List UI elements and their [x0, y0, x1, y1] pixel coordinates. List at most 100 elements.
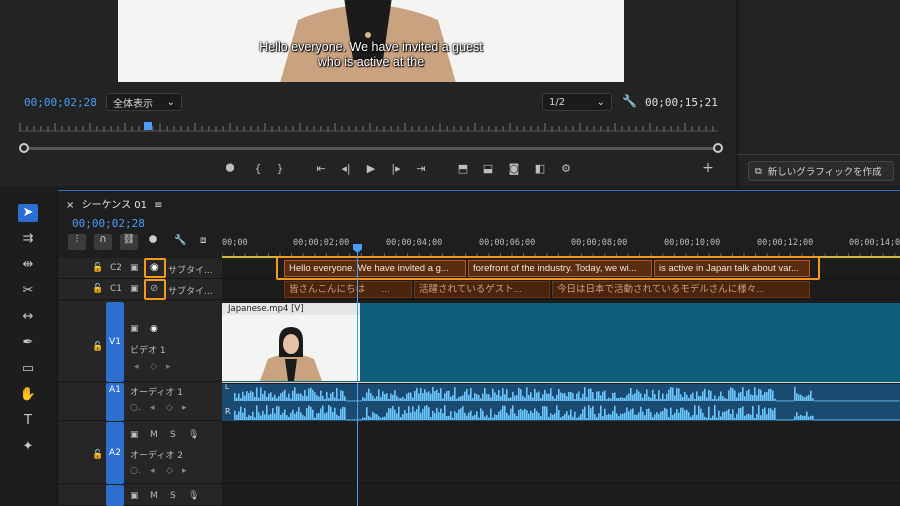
- waveform-bar: [702, 391, 704, 401]
- next-keyframe-icon[interactable]: ▸: [182, 403, 187, 413]
- playhead-line[interactable]: [357, 244, 358, 506]
- sync-lock-icon[interactable]: ▣: [130, 284, 139, 294]
- add-keyframe-icon[interactable]: ◇: [166, 403, 173, 413]
- wrench-icon[interactable]: 🔧: [622, 94, 637, 108]
- solo-button[interactable]: S: [170, 491, 176, 501]
- export-frame-icon[interactable]: ◙: [506, 162, 522, 175]
- timeline-timecode[interactable]: 00;00;02;28: [72, 217, 145, 230]
- track-badge-c2[interactable]: C2: [110, 263, 122, 273]
- sync-lock-icon[interactable]: ▣: [130, 491, 139, 501]
- waveform-bar: [416, 409, 418, 420]
- prev-keyframe-icon[interactable]: ◂: [134, 362, 139, 372]
- current-timecode[interactable]: 00;00;02;28: [24, 96, 97, 109]
- caption-line-2: who is active at the: [317, 55, 425, 69]
- add-marker-icon[interactable]: ⯃: [222, 162, 238, 176]
- multicam-icon[interactable]: ⚙: [558, 162, 574, 175]
- add-button-icon[interactable]: +: [700, 160, 716, 176]
- monitor-time-ruler[interactable]: [18, 120, 718, 134]
- track-badge-a2[interactable]: A2: [106, 422, 124, 484]
- track-select-tool-icon[interactable]: ⇉: [18, 230, 38, 248]
- monitor-zoom-bar[interactable]: [24, 147, 718, 150]
- comparison-view-icon[interactable]: ◧: [532, 162, 548, 175]
- type-tool-icon[interactable]: T: [18, 412, 38, 430]
- add-marker-icon[interactable]: ⯃: [149, 235, 157, 246]
- sparkle-tool-icon[interactable]: ✦: [18, 438, 38, 456]
- lift-icon[interactable]: ⬒: [455, 162, 471, 175]
- next-keyframe-icon[interactable]: ▸: [182, 466, 187, 476]
- sync-lock-icon[interactable]: ▣: [130, 263, 139, 273]
- lock-icon[interactable]: 🔓: [92, 284, 103, 294]
- waveform-bar: [244, 395, 246, 401]
- microphone-icon[interactable]: 🎙: [188, 430, 199, 440]
- subtitle-clip[interactable]: 皆さんこんにちは ...: [284, 281, 412, 298]
- track-name-a1: オーディオ 1: [130, 388, 183, 398]
- step-forward-icon[interactable]: |▸: [388, 162, 404, 175]
- go-to-in-icon[interactable]: ⇤: [313, 162, 329, 175]
- subtitle-clip[interactable]: 今日は日本で活動されているモデルさんに様々...: [552, 281, 810, 298]
- track-badge-v1[interactable]: V1: [106, 302, 124, 382]
- captions-icon[interactable]: ⧈: [200, 235, 206, 246]
- mute-button[interactable]: M: [150, 491, 158, 501]
- nest-icon[interactable]: ⫶: [68, 234, 86, 250]
- zoom-bar-left-handle[interactable]: [19, 143, 29, 153]
- sequence-tab[interactable]: × シーケンス 01 ≡: [66, 196, 163, 211]
- waveform-bar: [472, 415, 474, 420]
- go-to-out-icon[interactable]: ⇥: [413, 162, 429, 175]
- sync-lock-icon[interactable]: ▣: [130, 430, 139, 440]
- ripple-edit-tool-icon[interactable]: ⇹: [18, 256, 38, 274]
- extract-icon[interactable]: ⬓: [480, 162, 496, 175]
- sync-lock-icon[interactable]: ▣: [130, 324, 139, 334]
- zoom-dropdown[interactable]: 全体表示 ⌄: [106, 93, 182, 111]
- waveform-bar: [740, 391, 742, 401]
- waveform-bar: [786, 419, 788, 421]
- playhead-marker[interactable]: [144, 122, 152, 130]
- slip-tool-icon[interactable]: ↔: [18, 308, 38, 326]
- waveform-bar: [520, 389, 522, 401]
- add-keyframe-icon[interactable]: ◇: [166, 466, 173, 476]
- timeline-settings-icon[interactable]: 🔧: [174, 235, 186, 246]
- step-back-icon[interactable]: ◂|: [338, 162, 354, 175]
- selection-tool-icon[interactable]: ➤: [18, 204, 38, 222]
- track-badge-a1[interactable]: A1: [106, 383, 124, 421]
- razor-tool-icon[interactable]: ✂: [18, 282, 38, 300]
- pen-tool-icon[interactable]: ✒: [18, 334, 38, 352]
- waveform-bar: [862, 419, 864, 421]
- rectangle-tool-icon[interactable]: ▭: [18, 360, 38, 378]
- volume-knob-icon[interactable]: ○.: [130, 403, 141, 413]
- waveform-bar: [726, 398, 728, 401]
- waveform-bar: [828, 400, 830, 402]
- solo-button[interactable]: S: [170, 430, 176, 440]
- zoom-bar-right-handle[interactable]: [713, 143, 723, 153]
- eye-icon[interactable]: ◉: [150, 324, 158, 334]
- waveform-bar: [404, 398, 406, 401]
- lock-icon[interactable]: 🔓: [92, 263, 103, 273]
- track-badge-c1[interactable]: C1: [110, 284, 122, 294]
- play-icon[interactable]: ▶: [363, 162, 379, 175]
- snap-icon[interactable]: ∩: [94, 234, 112, 250]
- microphone-icon[interactable]: 🎙: [188, 491, 199, 501]
- tab-menu-icon[interactable]: ≡: [154, 200, 162, 211]
- mark-out-icon[interactable]: }: [272, 162, 288, 175]
- lane-a3[interactable]: [222, 485, 900, 506]
- new-graphic-button[interactable]: ⧉ 新しいグラフィックを作成: [748, 161, 894, 181]
- lock-icon[interactable]: 🔓: [92, 342, 103, 352]
- lane-a2[interactable]: [222, 422, 900, 484]
- linked-selection-icon[interactable]: ⛓: [120, 234, 138, 250]
- prev-keyframe-icon[interactable]: ◂: [150, 403, 155, 413]
- hand-tool-icon[interactable]: ✋: [18, 386, 38, 404]
- resolution-dropdown[interactable]: 1/2 ⌄: [542, 93, 612, 111]
- waveform-bar: [666, 393, 668, 401]
- waveform-bar: [778, 400, 780, 402]
- waveform-bar: [790, 400, 792, 402]
- close-icon[interactable]: ×: [66, 200, 74, 211]
- lock-icon[interactable]: 🔓: [92, 450, 103, 460]
- next-keyframe-icon[interactable]: ▸: [166, 362, 171, 372]
- track-badge-a3[interactable]: [106, 485, 124, 506]
- mark-in-icon[interactable]: {: [250, 162, 266, 175]
- prev-keyframe-icon[interactable]: ◂: [150, 466, 155, 476]
- waveform-bar: [604, 390, 606, 401]
- add-keyframe-icon[interactable]: ◇: [150, 362, 157, 372]
- subtitle-clip[interactable]: 活躍されているゲスト...: [414, 281, 550, 298]
- volume-knob-icon[interactable]: ○.: [130, 466, 141, 476]
- mute-button[interactable]: M: [150, 430, 158, 440]
